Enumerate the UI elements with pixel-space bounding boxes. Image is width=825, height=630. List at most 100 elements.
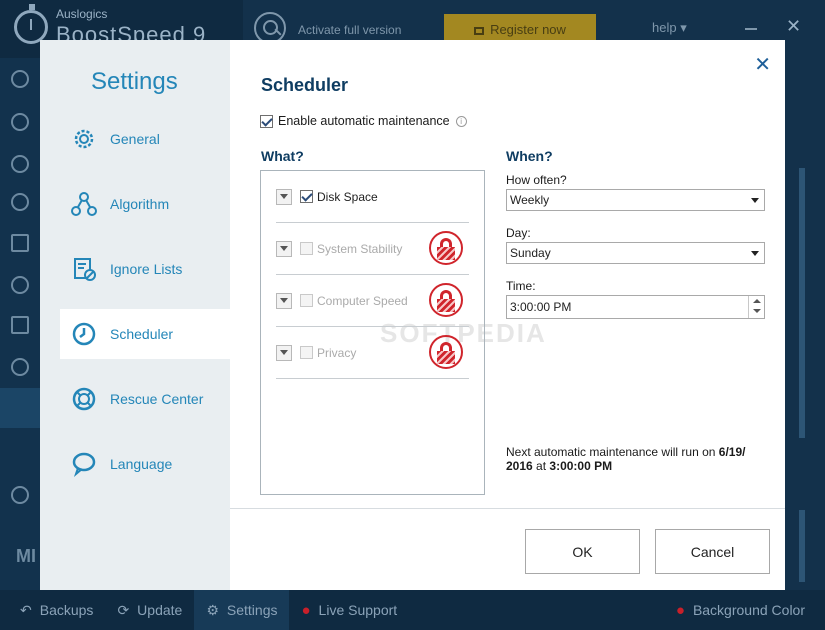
nav-label: Language [110,456,173,472]
lock-icon [474,27,485,35]
lifebuoy-icon [70,385,98,413]
settings-dialog: Settings General Algorithm Ignore Lists … [40,40,785,590]
nav-item-rescue-center[interactable]: Rescue Center [60,374,230,424]
nav-title: Settings [91,68,178,95]
warning-icon: ● [301,601,311,619]
what-item-label: System Stability [317,241,403,256]
what-item-label: Computer Speed [317,293,408,308]
speech-bubble-icon [70,450,98,478]
clock-icon [70,320,98,348]
footer-divider [230,508,785,509]
what-item-label: Privacy [317,345,357,360]
tools-icon[interactable] [11,316,29,334]
sidebar-bottom: MI [0,538,40,590]
expand-dropdown-button[interactable] [276,188,292,205]
sidebar-bottom-text: MI [16,546,36,566]
enable-maintenance-row: Enable automatic maintenance i [260,114,467,128]
footer-backups[interactable]: ↶ Backups [0,590,105,630]
spin-down-icon[interactable] [753,309,761,313]
activate-text: Activate full version [298,23,402,37]
nav-item-ignore-lists[interactable]: Ignore Lists [60,244,230,294]
privacy-checkbox [300,346,313,359]
chevron-down-icon [751,198,759,203]
what-item-computer-speed: Computer Speed [276,275,469,327]
info-icon[interactable]: i [455,115,467,127]
settings-gear-icon: ⚙ [206,601,219,618]
next-run-text: Next automatic maintenance will run on 6… [506,445,766,473]
stopwatch-icon [14,4,48,44]
chevron-down-icon [751,251,759,256]
expand-dropdown-button[interactable] [276,344,292,361]
what-heading: What? [261,148,304,164]
cancel-button[interactable]: Cancel [655,529,770,574]
footer-live-support-label: Live Support [318,602,398,618]
scrollbar-track-lower[interactable] [799,510,805,582]
nav-item-scheduler[interactable]: Scheduler [60,309,230,359]
next-run-date-year: 2016 [506,459,533,473]
day-select[interactable]: Sunday [506,242,765,264]
dashboard-icon[interactable] [11,70,29,88]
disk-space-checkbox[interactable] [300,190,313,203]
minimize-icon[interactable] [745,28,757,30]
settings-nav: Settings General Algorithm Ignore Lists … [40,40,230,590]
how-often-label: How often? [506,173,567,187]
next-run-prefix: Next automatic maintenance will run on [506,445,716,459]
what-item-disk-space: Disk Space [276,171,469,223]
briefcase-icon[interactable] [0,388,40,428]
locked-feature-icon[interactable] [429,283,463,317]
algorithm-icon [70,190,98,218]
footer-live-support[interactable]: ● Live Support [289,590,409,630]
register-label: Register now [490,21,566,37]
window-close-icon[interactable]: ✕ [786,16,801,37]
enable-maintenance-checkbox[interactable] [260,114,273,128]
nav-item-language[interactable]: Language [60,439,230,489]
locked-feature-icon[interactable] [429,231,463,265]
nav-label: Ignore Lists [110,261,183,277]
gear-icon [70,125,98,153]
nav-item-general[interactable]: General [60,114,230,164]
footer-update[interactable]: ⟳ Update [105,590,194,630]
time-input[interactable]: 3:00:00 PM [506,295,765,319]
footer-background-color[interactable]: ● Background Color [664,590,825,630]
enable-maintenance-label[interactable]: Enable automatic maintenance [278,114,450,128]
ok-button[interactable]: OK [525,529,640,574]
backups-icon: ↶ [20,601,32,618]
time-value: 3:00:00 PM [510,300,572,314]
phone-icon[interactable] [11,486,29,504]
warning-icon: ● [675,601,685,619]
shield-icon[interactable] [11,155,29,173]
globe-icon[interactable] [11,358,29,376]
footer-settings[interactable]: ⚙ Settings [194,590,290,630]
update-icon: ⟳ [117,601,130,618]
how-often-select[interactable]: Weekly [506,189,765,211]
what-list: Disk Space System Stability Computer Spe… [260,170,485,495]
day-label: Day: [506,226,531,240]
time-spinner[interactable] [748,296,764,318]
spin-up-icon[interactable] [753,299,761,303]
cleanup-icon[interactable] [11,113,29,131]
expand-dropdown-button[interactable] [276,292,292,309]
next-run-time: 3:00:00 PM [549,459,613,473]
computer-speed-checkbox [300,294,313,307]
nav-label: General [110,131,160,147]
scheduler-panel: ✕ Scheduler SOFTPEDIA Enable automatic m… [230,40,785,590]
close-icon[interactable]: ✕ [754,52,771,77]
what-item-privacy: Privacy [276,327,469,379]
locked-feature-icon[interactable] [429,335,463,369]
windows-icon[interactable] [11,234,29,252]
expand-dropdown-button[interactable] [276,240,292,257]
nav-label: Algorithm [110,196,170,212]
speed-icon[interactable] [11,276,29,294]
next-run-at: at [536,459,547,473]
time-label: Time: [506,279,536,293]
footer-settings-label: Settings [226,602,278,618]
help-menu[interactable]: help ▾ [652,20,687,36]
nav-item-algorithm[interactable]: Algorithm [60,179,230,229]
nav-label: Scheduler [110,326,174,342]
day-value: Sunday [510,246,551,260]
check-icon[interactable] [11,193,29,211]
how-often-value: Weekly [510,193,550,207]
scrollbar-thumb[interactable] [799,168,805,438]
app-footer: ↶ Backups ⟳ Update ⚙ Settings ● Live Sup… [0,590,825,630]
next-run-date: 6/19/ [718,445,746,459]
